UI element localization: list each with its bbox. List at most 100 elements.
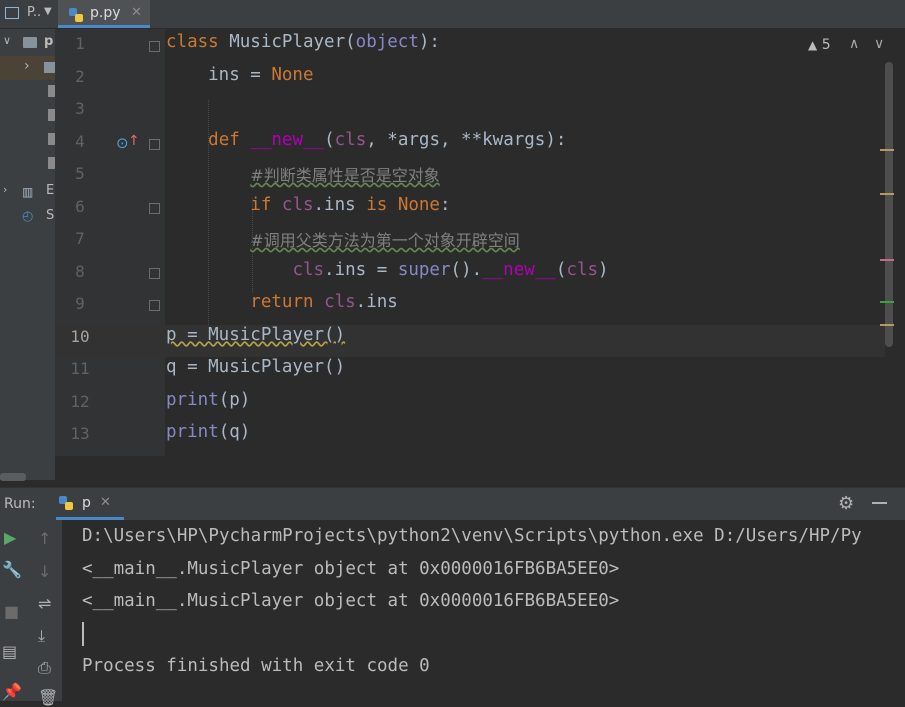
soft-wrap-icon[interactable]: ⇌ bbox=[38, 594, 51, 613]
error-marker[interactable] bbox=[880, 259, 894, 261]
chevron-right-icon[interactable]: › bbox=[3, 183, 7, 196]
arrow-up-icon[interactable]: ↑ bbox=[38, 529, 51, 548]
tree-scrollbar[interactable] bbox=[0, 473, 26, 481]
editor-scrollbar[interactable] bbox=[885, 62, 893, 347]
run-tab-p[interactable]: p ✕ bbox=[56, 488, 124, 520]
code-token: , *args, **kwargs): bbox=[366, 129, 567, 150]
gear-icon[interactable]: ⚙ bbox=[838, 493, 854, 514]
tree-external-label: E bbox=[46, 183, 55, 198]
indent-guide bbox=[208, 100, 210, 325]
code-token: def bbox=[208, 129, 251, 150]
warning-marker[interactable] bbox=[880, 193, 894, 195]
code-line[interactable]: #调用父类方法为第一个对象开辟空间 bbox=[166, 227, 520, 251]
run-label: Run: bbox=[4, 496, 36, 512]
play-icon[interactable]: ▶ bbox=[4, 528, 16, 547]
code-token: is bbox=[366, 194, 398, 215]
trash-icon[interactable]: 🗑 bbox=[38, 688, 58, 707]
change-marker[interactable] bbox=[880, 301, 894, 303]
line-number[interactable]: 7 bbox=[55, 229, 105, 248]
close-icon[interactable]: ✕ bbox=[131, 5, 142, 20]
code-token: .ins bbox=[355, 292, 398, 312]
project-tab-label: P.. bbox=[27, 5, 42, 20]
line-number[interactable]: 10 bbox=[55, 327, 105, 346]
code-line[interactable]: print(q) bbox=[166, 422, 250, 442]
line-number[interactable]: 9 bbox=[55, 294, 105, 313]
line-number[interactable]: 8 bbox=[55, 262, 105, 281]
file-icon[interactable] bbox=[48, 157, 55, 169]
code-token: print bbox=[166, 389, 219, 410]
code-line[interactable]: cls.ins = super().__new__(cls) bbox=[166, 259, 609, 280]
line-number[interactable]: 13 bbox=[55, 424, 105, 443]
project-tool-tab[interactable]: P.. ▼ bbox=[0, 0, 56, 28]
line-number[interactable]: 5 bbox=[55, 164, 105, 183]
code-token: .ins = bbox=[324, 259, 398, 280]
line-number[interactable]: 4 bbox=[55, 132, 105, 151]
arrow-down-icon[interactable]: ↓ bbox=[38, 562, 51, 581]
chevron-down-icon[interactable]: ∨ bbox=[3, 34, 11, 47]
stop-icon[interactable]: ■ bbox=[4, 602, 19, 621]
file-icon[interactable] bbox=[48, 133, 55, 145]
code-token: return bbox=[250, 292, 325, 312]
tree-item-selected[interactable]: › bbox=[0, 56, 55, 80]
code-line[interactable]: print(p) bbox=[166, 390, 250, 410]
library-icon: ▥ bbox=[22, 185, 34, 199]
scratches-icon: ◴ bbox=[22, 209, 34, 224]
console-caret bbox=[82, 622, 84, 646]
scroll-to-end-icon[interactable]: ⤓ bbox=[38, 626, 45, 646]
chevron-down-icon[interactable]: ∨ bbox=[874, 36, 884, 52]
line-number[interactable]: 6 bbox=[55, 197, 105, 216]
line-number[interactable]: 11 bbox=[55, 359, 105, 378]
print-icon[interactable]: ⎙ bbox=[38, 658, 51, 678]
warning-icon: ▲ bbox=[808, 38, 818, 52]
code-token: ( bbox=[324, 129, 335, 150]
run-toolbar: ▶ ↑ 🔧 ↓ ⇌ ■ ⤓ ▤ ⎙ 📌 🗑 bbox=[0, 520, 62, 707]
console-line: <__main__.MusicPlayer object at 0x000001… bbox=[82, 591, 620, 611]
pin-icon[interactable]: 📌 bbox=[2, 682, 22, 701]
minimize-icon[interactable] bbox=[872, 502, 887, 504]
chevron-up-icon[interactable]: ∧ bbox=[849, 36, 859, 52]
inspection-widget[interactable]: ▲ 5 bbox=[808, 37, 831, 53]
indent-guide bbox=[252, 198, 254, 293]
tree-item-external-libraries[interactable]: › ▥ E bbox=[0, 180, 55, 204]
console-line: D:\Users\HP\PycharmProjects\python2\venv… bbox=[82, 526, 862, 546]
warning-marker[interactable] bbox=[880, 324, 894, 326]
override-icon[interactable]: ⊙ bbox=[116, 134, 129, 152]
chevron-right-icon[interactable]: › bbox=[24, 58, 30, 74]
tree-item-scratches[interactable]: ◴ S bbox=[0, 205, 55, 229]
line-number[interactable]: 12 bbox=[55, 392, 105, 411]
chevron-down-icon[interactable]: ▼ bbox=[44, 6, 52, 17]
code-line[interactable]: class MusicPlayer(object): bbox=[166, 32, 440, 52]
code-token: cls bbox=[334, 129, 367, 150]
fold-marker[interactable] bbox=[149, 139, 160, 150]
code-line[interactable]: p = MusicPlayer() bbox=[166, 325, 345, 345]
file-icon[interactable] bbox=[48, 109, 55, 121]
arrow-up-icon: ↑ bbox=[128, 133, 140, 149]
warning-marker[interactable] bbox=[880, 149, 894, 151]
wrench-icon[interactable]: 🔧 bbox=[2, 560, 22, 579]
warnings-count: 5 bbox=[821, 37, 831, 53]
fold-marker[interactable] bbox=[149, 300, 160, 311]
code-line[interactable]: return cls.ins bbox=[166, 292, 398, 312]
line-number[interactable]: 3 bbox=[55, 99, 105, 118]
code-line[interactable]: def __new__(cls, *args, **kwargs): bbox=[166, 130, 566, 150]
fold-marker[interactable] bbox=[149, 268, 160, 279]
layout-icon[interactable]: ▤ bbox=[2, 642, 17, 661]
code-token: cls bbox=[292, 259, 325, 280]
code-token: ) bbox=[598, 259, 609, 280]
fold-marker[interactable] bbox=[149, 41, 160, 52]
code-token: #调用父类方法为第一个对象开辟空间 bbox=[250, 231, 520, 250]
code-token: ( bbox=[555, 259, 567, 280]
close-icon[interactable]: ✕ bbox=[100, 495, 111, 510]
file-icon[interactable] bbox=[48, 85, 55, 97]
code-line[interactable]: ins = None bbox=[166, 65, 313, 85]
code-token: cls bbox=[566, 259, 599, 280]
fold-marker[interactable] bbox=[149, 203, 160, 214]
line-number[interactable]: 2 bbox=[55, 67, 105, 86]
run-tab-label: p bbox=[82, 495, 91, 511]
file-tab-p-py[interactable]: p.py ✕ bbox=[58, 0, 150, 28]
code-line[interactable]: q = MusicPlayer() bbox=[166, 357, 345, 377]
tree-item-root[interactable]: ∨ p bbox=[0, 31, 55, 55]
line-number[interactable]: 1 bbox=[55, 34, 105, 53]
